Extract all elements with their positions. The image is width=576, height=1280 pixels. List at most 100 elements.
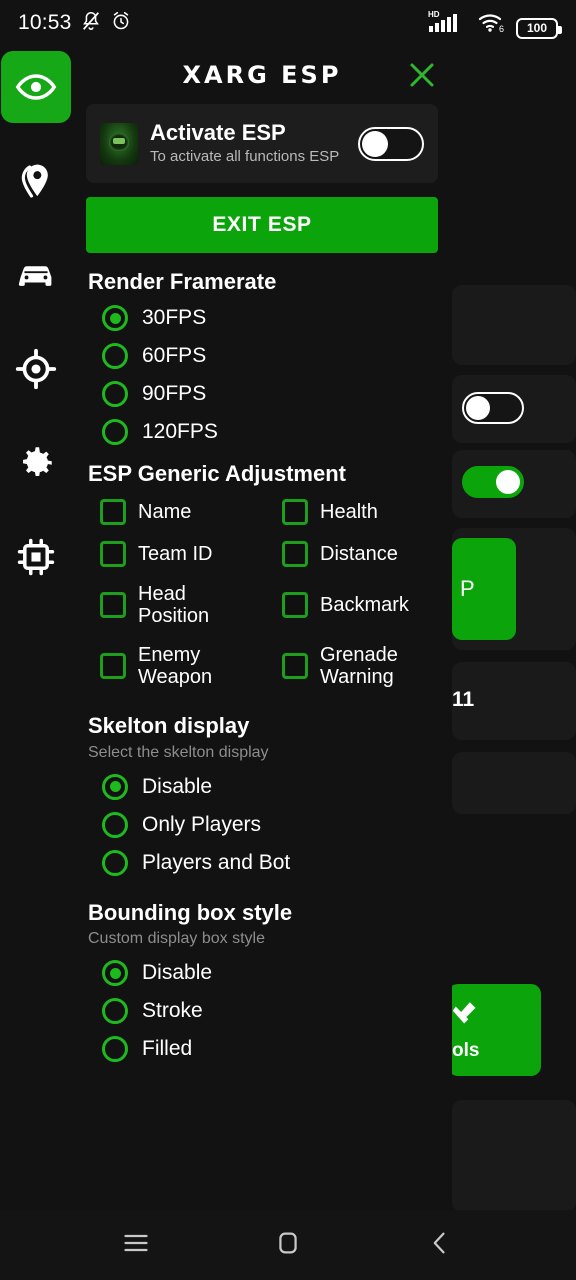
checkbox-label: Backmark (320, 594, 409, 617)
location-pin-icon (16, 161, 56, 201)
radio-icon (102, 773, 128, 800)
checkbox-icon (100, 540, 126, 567)
radio-icon (102, 343, 128, 370)
checkbox-icon (282, 653, 308, 679)
checkbox-option-enemy-weapon[interactable]: Enemy Weapon (86, 637, 256, 696)
bg-toggle-off[interactable] (462, 392, 524, 424)
checkbox-label: Name (138, 500, 192, 523)
activate-esp-title: Activate ESP (150, 120, 286, 145)
radio-label: Only Players (142, 812, 262, 836)
hd-label: HD (428, 10, 440, 19)
radio-option-skelton-disable[interactable]: Disable (86, 768, 438, 806)
sidebar-item-memory[interactable] (1, 521, 71, 593)
activate-esp-toggle[interactable] (358, 126, 424, 161)
status-bar: 10:53 HD 6 100 (0, 0, 576, 46)
car-icon (15, 254, 57, 296)
gear-icon (15, 442, 57, 484)
radio-icon (102, 811, 128, 838)
toggle-knob (496, 470, 520, 494)
tools-icon (450, 998, 484, 1037)
radio-option-box-disable[interactable]: Disable (86, 954, 438, 992)
sidebar-item-aim[interactable] (1, 333, 71, 405)
radio-option-skelton-players-and-bot[interactable]: Players and Bot (86, 844, 438, 882)
radio-icon (102, 849, 128, 876)
esp-generic-title: ESP Generic Adjustment (88, 461, 346, 487)
battery-icon: 100 (516, 17, 562, 39)
home-square-icon (274, 1229, 302, 1262)
radio-option-120fps[interactable]: 120FPS (86, 413, 438, 451)
checkbox-icon (100, 498, 126, 525)
sidebar-item-location[interactable] (1, 145, 71, 217)
checkbox-label: Head Position (138, 582, 210, 628)
cellular-signal-icon: HD (428, 8, 468, 39)
bg-toggle-on[interactable] (462, 466, 524, 498)
sidebar-item-vehicle[interactable] (1, 239, 71, 311)
tools-label: ols (452, 1040, 480, 1061)
chip-icon (15, 536, 57, 578)
checkbox-icon (100, 653, 126, 679)
radio-label: 90FPS (142, 382, 207, 406)
svg-text:6: 6 (499, 24, 504, 34)
radio-option-box-filled[interactable]: Filled (86, 1030, 438, 1068)
home-button[interactable] (258, 1215, 318, 1275)
wifi-icon: 6 (477, 10, 507, 39)
bg-row-card (452, 285, 576, 365)
checkbox-option-name[interactable]: Name (86, 492, 256, 532)
radio-label: 60FPS (142, 344, 207, 368)
checkbox-option-grenade-warning[interactable]: Grenade Warning (268, 637, 438, 696)
radio-option-box-stroke[interactable]: Stroke (86, 992, 438, 1030)
bg-green-button[interactable]: P (452, 538, 516, 640)
mute-bell-icon (80, 10, 102, 37)
radio-icon (102, 1036, 128, 1063)
radio-option-60fps[interactable]: 60FPS (86, 337, 438, 375)
battery-cap (558, 25, 562, 34)
status-time: 10:53 (18, 11, 72, 34)
radio-option-skelton-only-players[interactable]: Only Players (86, 806, 438, 844)
xarg-logo-icon (100, 122, 138, 165)
android-navigation-bar (0, 1210, 576, 1280)
checkbox-option-health[interactable]: Health (268, 492, 438, 532)
activate-esp-subtitle: To activate all functions ESP (150, 148, 340, 166)
bg-row-value: 11 (452, 688, 475, 711)
checkbox-option-head-position[interactable]: Head Position (86, 576, 256, 635)
checkbox-label: Enemy Weapon (138, 643, 213, 688)
radio-option-30fps[interactable]: 30FPS (86, 299, 438, 337)
checkbox-option-backmark[interactable]: Backmark (268, 576, 438, 635)
radio-option-90fps[interactable]: 90FPS (86, 375, 438, 413)
render-framerate-title: Render Framerate (88, 269, 277, 295)
bg-tools-button[interactable]: ols (448, 984, 541, 1076)
checkbox-option-distance[interactable]: Distance (268, 534, 438, 574)
checkbox-icon (282, 498, 308, 525)
radio-label: Stroke (142, 999, 203, 1023)
page-title: XARG ESP (182, 61, 342, 89)
recents-button[interactable] (106, 1215, 166, 1275)
radio-label: Players and Bot (142, 850, 291, 874)
menu-lines-icon (122, 1229, 150, 1262)
sidebar-item-settings[interactable] (1, 427, 71, 499)
skelton-display-subtitle: Select the skelton display (88, 743, 269, 761)
toggle-knob (466, 396, 490, 420)
checkbox-icon (282, 540, 308, 567)
status-bar-left: 10:53 (18, 10, 132, 37)
sidebar-item-esp[interactable] (1, 51, 71, 123)
activate-esp-text: Activate ESP To activate all functions E… (150, 120, 346, 167)
activate-esp-card[interactable]: Activate ESP To activate all functions E… (86, 104, 438, 184)
panel-header: XARG ESP (72, 46, 452, 104)
alarm-clock-icon (110, 10, 132, 37)
close-icon[interactable] (402, 55, 442, 95)
skelton-display-group: Disable Only Players Players and Bot (86, 768, 438, 882)
battery-level: 100 (526, 21, 548, 35)
bg-row-card (452, 752, 576, 814)
esp-generic-group: Name Health Team ID Distance Head Positi… (86, 492, 438, 696)
bg-row-card (452, 1100, 576, 1212)
radio-icon (102, 960, 128, 987)
exit-esp-button[interactable]: EXIT ESP (86, 197, 438, 254)
panel-body: Activate ESP To activate all functions E… (72, 104, 452, 1068)
radio-label: Filled (142, 1037, 193, 1061)
radio-label: 30FPS (142, 306, 207, 330)
checkbox-option-team-id[interactable]: Team ID (86, 534, 256, 574)
chevron-left-icon (426, 1229, 454, 1262)
checkbox-label: Distance (320, 542, 398, 565)
checkbox-icon (100, 592, 126, 619)
back-button[interactable] (410, 1215, 470, 1275)
